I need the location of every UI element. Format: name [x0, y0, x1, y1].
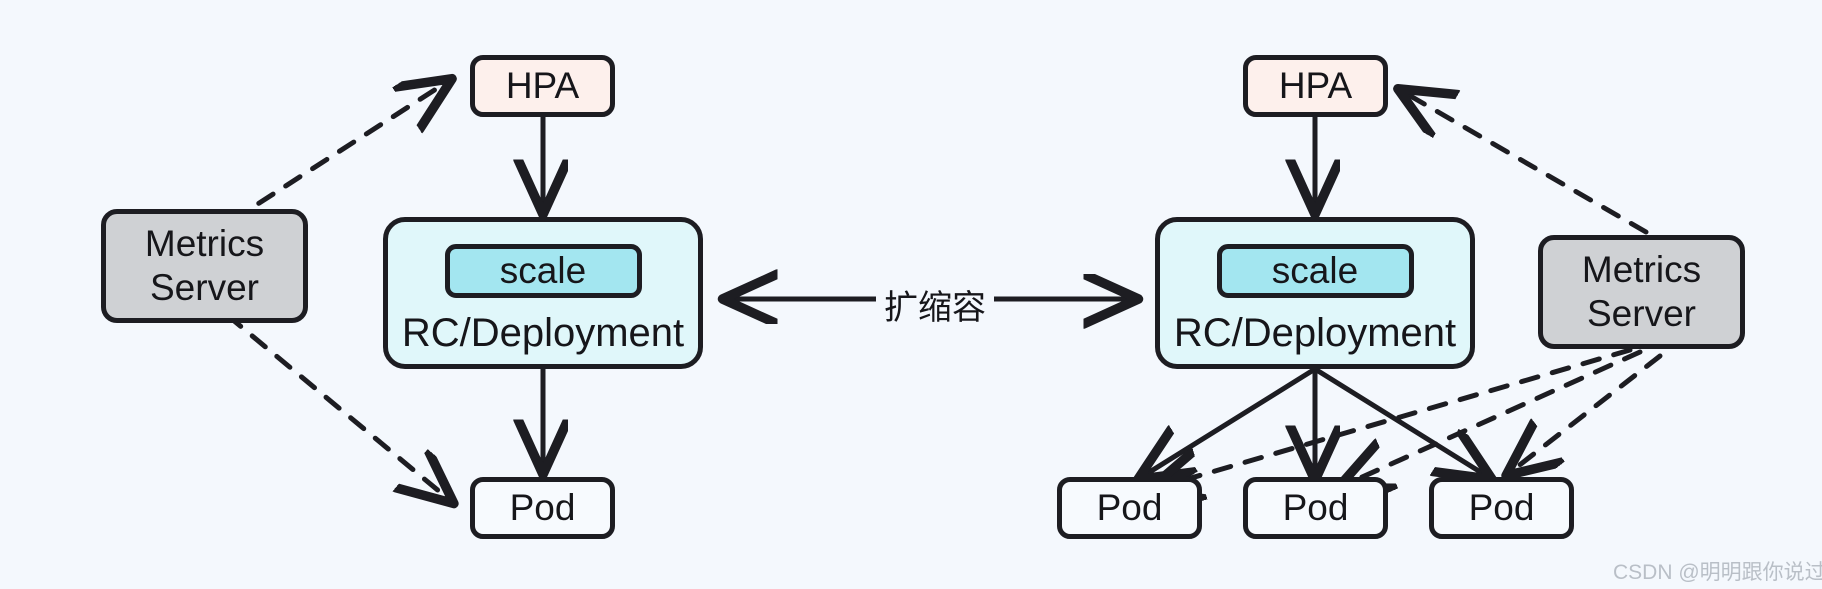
left-pod-label-1: Pod [509, 487, 576, 529]
right-pod-label-2: Pod [1282, 487, 1349, 529]
edge-right-metrics-to-pod-3 [1508, 353, 1663, 474]
left-pod-node-1[interactable]: Pod [470, 477, 615, 539]
right-pod-label-1: Pod [1096, 487, 1163, 529]
left-rc-deployment-caption: RC/Deployment [401, 311, 685, 355]
left-scale-label: scale [499, 250, 587, 292]
right-rc-deployment-caption: RC/Deployment [1173, 311, 1457, 355]
left-scale-box[interactable]: scale [444, 244, 642, 298]
right-metrics-server-label: Metrics Server [1581, 249, 1702, 334]
right-pod-node-2[interactable]: Pod [1243, 477, 1388, 539]
right-rc-deployment-node[interactable]: scale RC/Deployment [1155, 217, 1475, 369]
edge-right-rc-to-pod-1 [1140, 366, 1318, 478]
left-rc-deployment-node[interactable]: scale RC/Deployment [383, 217, 703, 369]
edge-right-metrics-to-pod-1 [1150, 347, 1633, 490]
edge-right-metrics-to-pod-2 [1340, 349, 1643, 487]
right-pod-node-3[interactable]: Pod [1429, 477, 1574, 539]
edge-right-rc-to-pod-3 [1312, 366, 1490, 478]
csdn-watermark: CSDN @明明跟你说过 [1613, 556, 1822, 586]
edge-right-metrics-to-hpa [1400, 90, 1649, 235]
left-metrics-server-node[interactable]: Metrics Server [101, 209, 308, 323]
left-hpa-label: HPA [505, 65, 580, 107]
diagram-canvas: HPA Metrics Server scale RC/Deployment P… [0, 0, 1822, 589]
center-edge-label-text: 扩缩容 [884, 289, 986, 327]
right-scale-box[interactable]: scale [1216, 244, 1414, 298]
csdn-watermark-text: CSDN @明明跟你说过 [1613, 561, 1822, 584]
right-metrics-server-node[interactable]: Metrics Server [1538, 235, 1745, 349]
left-hpa-node[interactable]: HPA [470, 55, 615, 117]
left-metrics-server-label: Metrics Server [144, 223, 265, 308]
right-pod-label-3: Pod [1468, 487, 1535, 529]
right-scale-label: scale [1271, 250, 1359, 292]
right-hpa-node[interactable]: HPA [1243, 55, 1388, 117]
right-hpa-label: HPA [1278, 65, 1353, 107]
right-pod-node-1[interactable]: Pod [1057, 477, 1202, 539]
center-edge-label: 扩缩容 [876, 280, 994, 329]
